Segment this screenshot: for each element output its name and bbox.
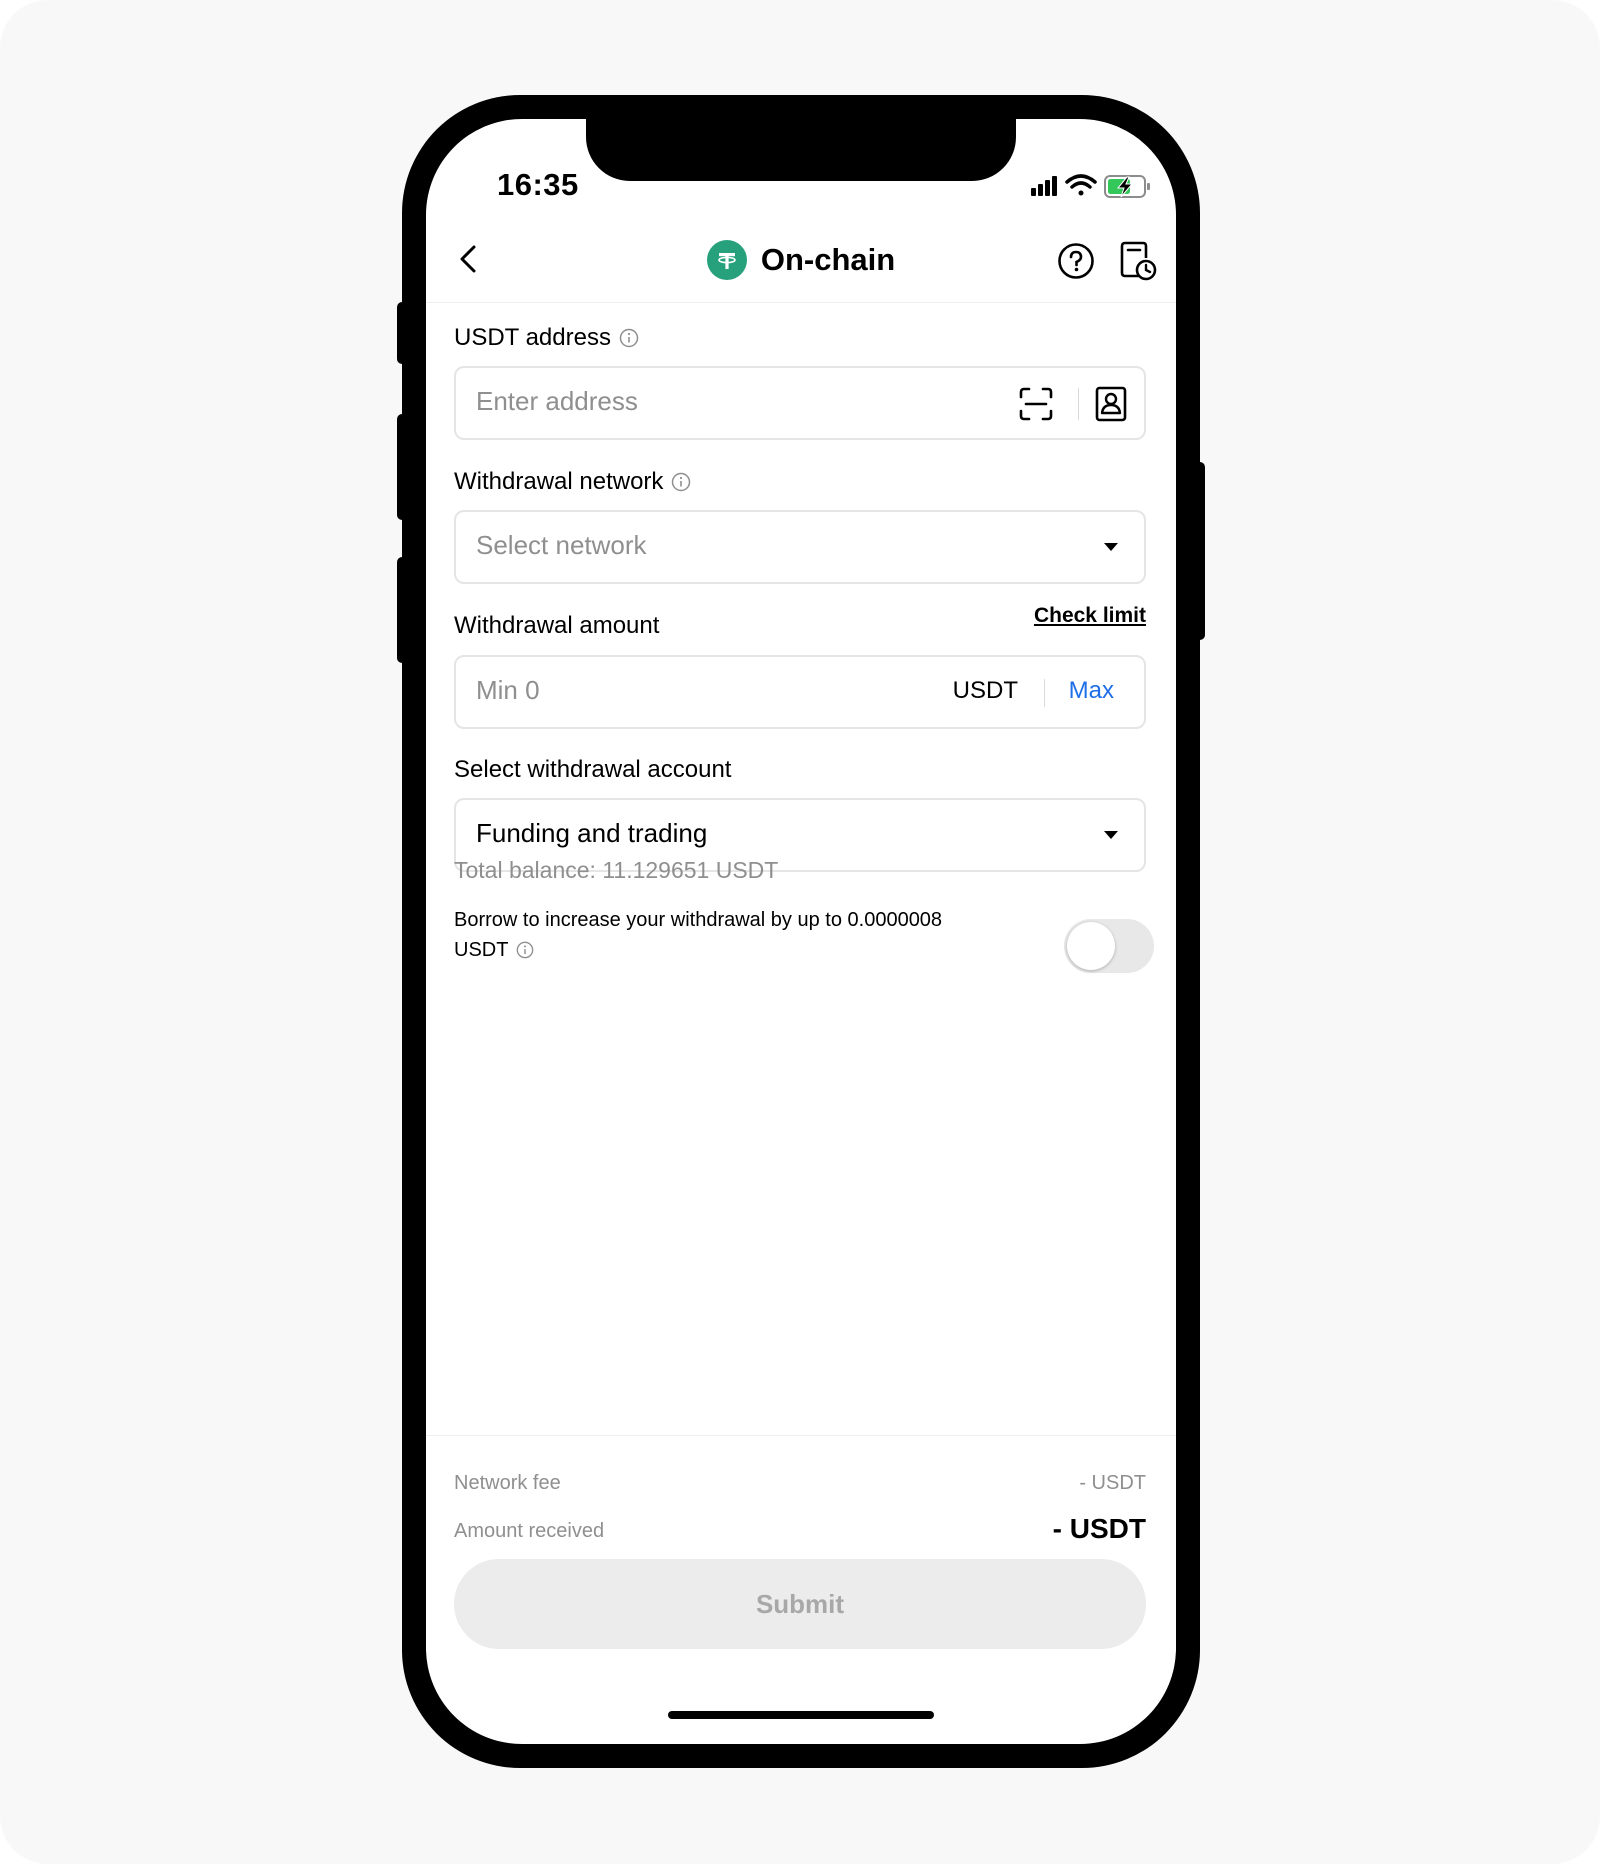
borrow-text-line2: USDT (454, 939, 509, 961)
total-balance: Total balance: 11.129651 USDT (454, 857, 779, 883)
caret-down-icon (1104, 831, 1118, 839)
borrow-text: Borrow to increase your withdrawal by up… (454, 905, 1014, 965)
scan-icon[interactable] (1018, 386, 1054, 422)
account-label-row: Select withdrawal account (454, 756, 731, 784)
borrow-toggle[interactable] (1064, 919, 1154, 973)
phone-frame: 16:35 On-chain USDT address Enter addres… (402, 95, 1200, 1768)
info-icon[interactable] (516, 941, 534, 959)
address-placeholder: Enter address (476, 386, 638, 416)
contact-book-icon[interactable] (1094, 385, 1128, 423)
nav-divider (426, 302, 1176, 303)
borrow-text-line2-row: USDT (454, 935, 1014, 965)
info-icon[interactable] (619, 328, 639, 348)
submit-button[interactable]: Submit (454, 1559, 1146, 1649)
toggle-knob (1067, 922, 1115, 970)
battery-charging-icon (1104, 175, 1150, 198)
account-value: Funding and trading (476, 818, 708, 848)
help-button[interactable] (1057, 242, 1095, 280)
network-select[interactable]: Select network (454, 510, 1146, 584)
page-title: On-chain (760, 242, 896, 277)
network-label: Withdrawal network (454, 468, 664, 495)
home-indicator (668, 1711, 934, 1719)
tether-icon (706, 240, 747, 280)
amount-unit: USDT (952, 677, 1018, 704)
caret-down-icon (1104, 543, 1118, 551)
address-label-row: USDT address (454, 324, 639, 352)
address-label: USDT address (454, 324, 611, 351)
borrow-text-line1: Borrow to increase your withdrawal by up… (454, 909, 943, 931)
info-icon[interactable] (671, 472, 691, 492)
amount-placeholder: Min 0 (476, 675, 540, 705)
wifi-icon (1065, 174, 1097, 196)
notch (586, 119, 1016, 181)
status-time: 16:35 (497, 167, 579, 202)
account-label: Select withdrawal account (454, 756, 732, 783)
amount-input[interactable]: Min 0 USDT Max (454, 655, 1146, 729)
network-fee-value: - USDT (1079, 1472, 1146, 1494)
history-button[interactable] (1119, 240, 1157, 282)
question-circle-icon (1058, 243, 1094, 279)
signal-icon (1031, 176, 1057, 196)
status-icons (981, 171, 1151, 201)
check-limit-link[interactable]: Check limit (426, 604, 1146, 628)
document-clock-icon (1120, 241, 1157, 281)
network-label-row: Withdrawal network (454, 468, 691, 496)
summary-divider (426, 1435, 1176, 1436)
max-button[interactable]: Max (1069, 677, 1114, 705)
address-input[interactable]: Enter address (454, 366, 1146, 440)
phone-screen: 16:35 On-chain USDT address Enter addres… (426, 119, 1176, 1744)
amount-received-value: - USDT (1052, 1513, 1146, 1544)
address-input-separator (1078, 388, 1079, 420)
network-placeholder: Select network (476, 530, 647, 560)
amount-unit-separator (1044, 679, 1045, 707)
